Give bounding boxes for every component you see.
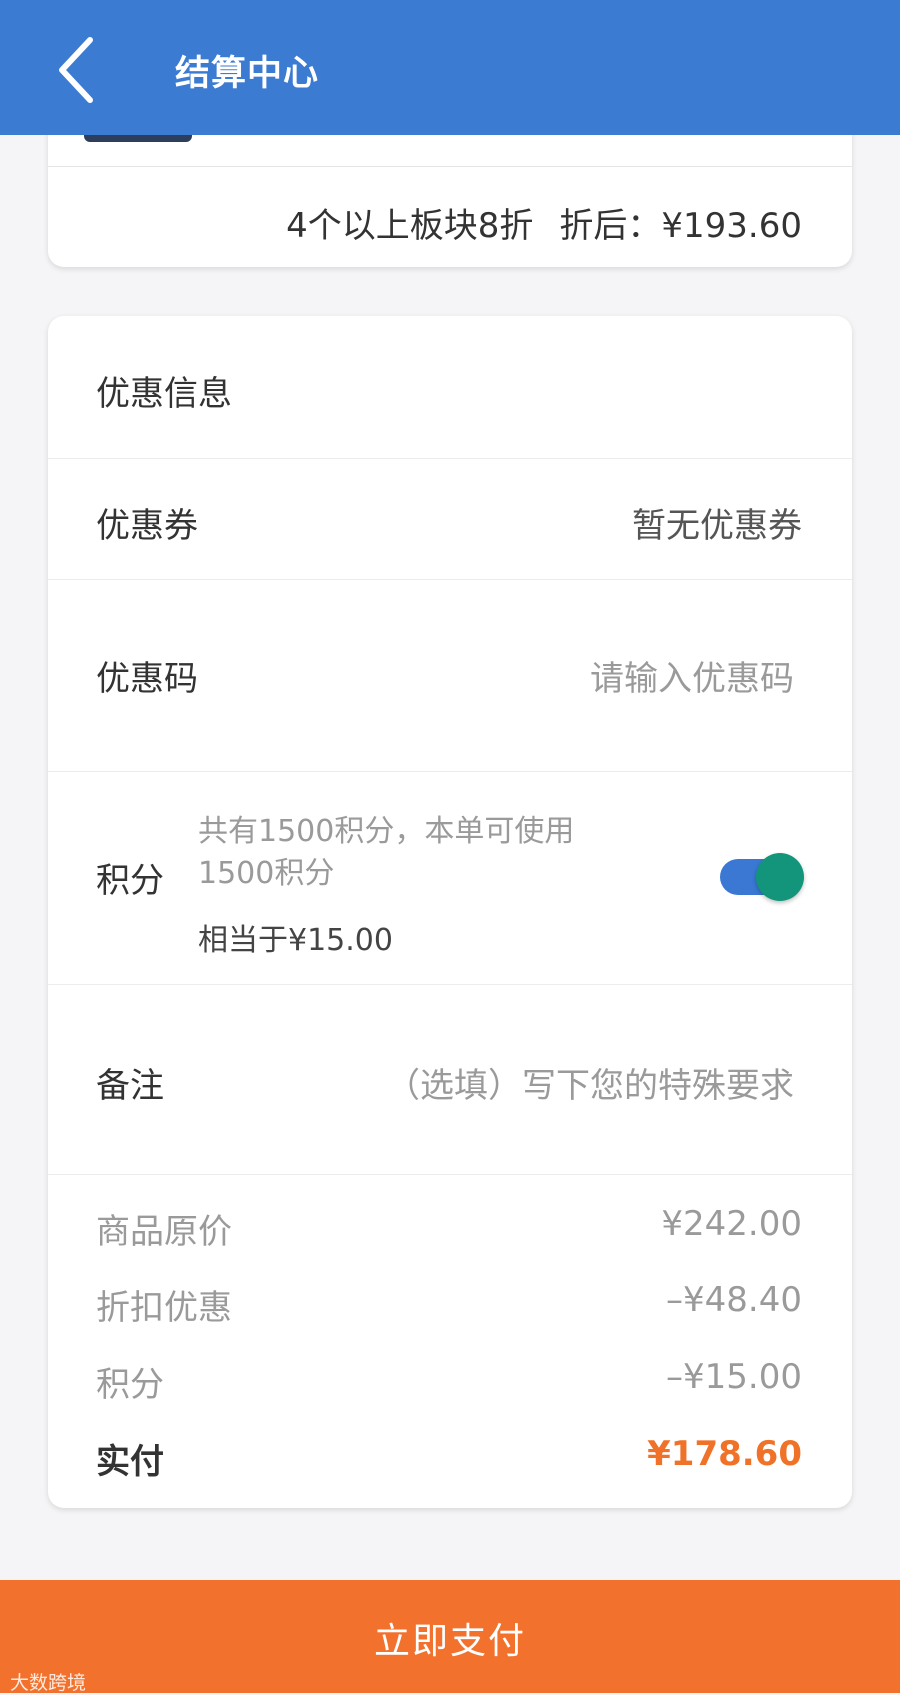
remark-row: 备注 （选填）写下您的特殊要求 [48,984,852,1175]
points-row: 积分 共有1500积分，本单可使用1500积分 相当于¥15.00 [48,771,852,985]
original-price-label: 商品原价 [96,1212,232,1252]
remark-input[interactable]: （选填）写下您的特殊要求 [386,1058,794,1107]
page-title: 结算中心 [175,54,320,94]
points-deduction-value: –¥15.00 [666,1357,802,1397]
coupon-row[interactable]: 优惠券 暂无优惠券 [48,458,852,580]
after-discount-price: 折后：¥193.60 [559,206,802,246]
back-button[interactable] [50,30,120,110]
points-label: 积分 [96,861,164,901]
promo-code-label: 优惠码 [96,659,198,699]
coupon-label: 优惠券 [96,506,198,546]
discount-value: –¥48.40 [666,1280,802,1320]
chevron-left-icon [59,37,93,103]
discount-rule: 4个以上板块8折 [286,206,534,246]
promo-code-row: 优惠码 请输入优惠码 [48,579,852,772]
discount-label: 折扣优惠 [96,1288,232,1328]
section-title: 优惠信息 [96,374,232,414]
total-label: 实付 [96,1442,164,1482]
watermark: 大数跨境 [10,1672,87,1694]
promotion-card: 优惠信息 优惠券 暂无优惠券 优惠码 请输入优惠码 积分 共有1500积分，本单… [48,316,852,1508]
discount-summary: 4个以上板块8折 折后：¥193.60 [286,198,802,247]
points-deduction-label: 积分 [96,1365,164,1405]
points-toggle[interactable] [720,853,804,901]
pay-now-label: 立即支付 [373,1621,526,1662]
pay-now-button[interactable]: 立即支付 [0,1580,900,1693]
divider [48,166,852,167]
total-value: ¥178.60 [647,1434,802,1474]
app-header: 结算中心 [0,0,900,135]
toggle-knob [756,853,804,901]
promotion-section-header: 优惠信息 [48,316,852,459]
coupon-value: 暂无优惠券 [632,506,802,546]
points-equivalent: 相当于¥15.00 [198,923,393,958]
points-description: 共有1500积分，本单可使用1500积分 [198,814,575,891]
original-price-value: ¥242.00 [661,1204,802,1244]
promo-code-input[interactable]: 请输入优惠码 [590,651,794,700]
remark-label: 备注 [96,1066,164,1106]
